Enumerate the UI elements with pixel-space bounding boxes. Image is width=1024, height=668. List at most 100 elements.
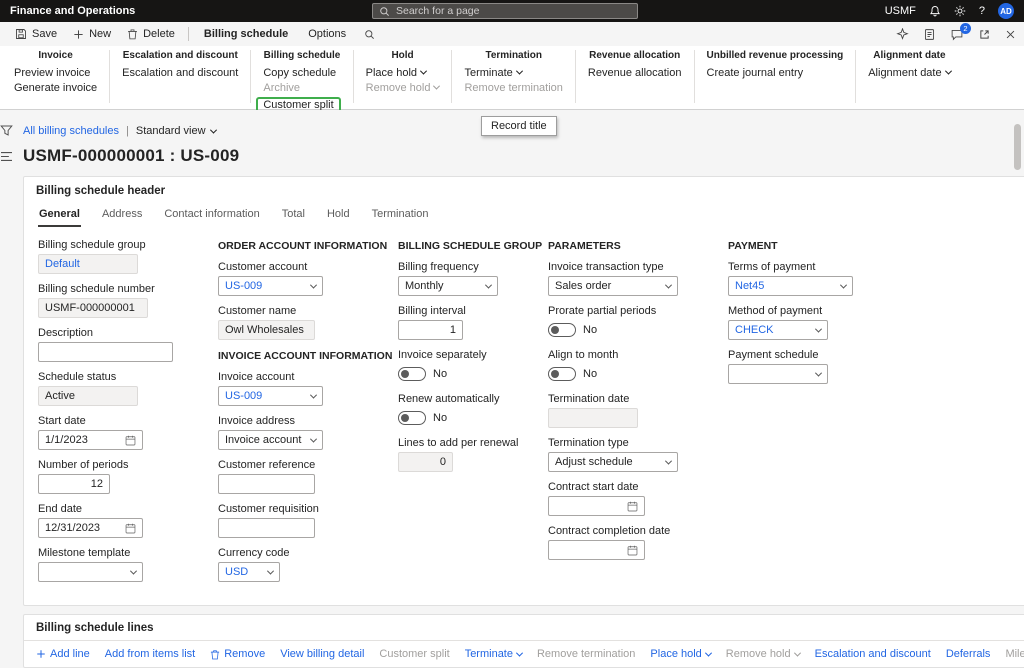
add-line-button[interactable]: Add line <box>36 648 90 660</box>
avatar[interactable]: AD <box>998 3 1014 19</box>
billing-frequency-select[interactable]: Monthly <box>398 276 498 296</box>
billing-schedule-number-input: USMF-000000001 <box>38 298 148 318</box>
chevron-down-icon <box>664 457 673 465</box>
calendar-icon[interactable] <box>627 501 638 512</box>
form-column-2: ORDER ACCOUNT INFORMATION Customer accou… <box>218 239 392 591</box>
new-button[interactable]: New <box>66 26 118 42</box>
add-from-items-list-button[interactable]: Add from items list <box>105 648 195 660</box>
field-billing-schedule-group: Billing schedule group Default <box>38 239 188 274</box>
breadcrumb-all-billing-schedules-link[interactable]: All billing schedules <box>23 125 119 137</box>
customer-requisition-input[interactable] <box>218 518 315 538</box>
calendar-icon[interactable] <box>627 545 638 556</box>
section-title: Billing schedule header <box>36 185 166 197</box>
notes-icon[interactable] <box>923 28 936 41</box>
customer-reference-input[interactable] <box>218 474 315 494</box>
revenue-allocation-button[interactable]: Revenue allocation <box>588 67 682 79</box>
tab-general[interactable]: General <box>38 205 81 227</box>
tab-billing-schedule[interactable]: Billing schedule <box>195 26 297 42</box>
delete-button[interactable]: Delete <box>120 26 182 42</box>
global-search-input[interactable]: Search for a page <box>372 3 638 19</box>
invoice-address-select[interactable]: Invoice account <box>218 430 323 450</box>
billing-interval-input[interactable]: 1 <box>398 320 463 340</box>
create-journal-entry-button[interactable]: Create journal entry <box>707 67 804 79</box>
billing-schedule-header-card: Billing schedule header Active General A… <box>23 176 1024 606</box>
order-account-information-header: ORDER ACCOUNT INFORMATION <box>218 240 388 252</box>
toggle-off-icon <box>548 323 576 337</box>
header-tab-strip: General Address Contact information Tota… <box>24 203 1024 227</box>
invoice-transaction-type-select[interactable]: Sales order <box>548 276 678 296</box>
number-of-periods-input[interactable]: 12 <box>38 474 110 494</box>
expand-pane-icon[interactable] <box>0 151 13 162</box>
alignment-date-button[interactable]: Alignment date <box>868 67 952 79</box>
field-end-date: End date 12/31/2023 <box>38 503 188 538</box>
invoice-separately-toggle[interactable]: No <box>398 364 518 384</box>
scrollbar-thumb[interactable] <box>1014 124 1021 170</box>
view-selector[interactable]: Standard view <box>136 125 217 137</box>
archive-button: Archive <box>263 81 301 94</box>
escalation-and-discount-button[interactable]: Escalation and discount <box>122 67 238 79</box>
termination-type-select[interactable]: Adjust schedule <box>548 452 678 472</box>
customer-account-input[interactable]: US-009 <box>218 276 323 296</box>
place-hold-button[interactable]: Place hold <box>366 67 428 79</box>
milestone-template-input[interactable] <box>38 562 143 582</box>
description-input[interactable] <box>38 342 173 362</box>
contract-start-date-input[interactable] <box>548 496 645 516</box>
field-description: Description <box>38 327 188 362</box>
line-remove-hold-button: Remove hold <box>726 648 801 660</box>
terminate-button[interactable]: Terminate <box>464 67 523 79</box>
align-to-month-toggle[interactable]: No <box>548 364 698 384</box>
generate-invoice-button[interactable]: Generate invoice <box>14 82 97 94</box>
guide-icon[interactable] <box>896 27 909 41</box>
ribbon-group-title: Alignment date <box>873 50 946 61</box>
line-escalation-and-discount-button[interactable]: Escalation and discount <box>815 648 931 660</box>
start-date-input[interactable]: 1/1/2023 <box>38 430 143 450</box>
termination-date-input <box>548 408 638 428</box>
line-place-hold-button[interactable]: Place hold <box>650 648 712 660</box>
help-icon[interactable]: ? <box>979 5 985 17</box>
chevron-down-icon <box>209 126 217 134</box>
field-termination-date: Termination date <box>548 393 698 428</box>
tab-options[interactable]: Options <box>299 26 355 42</box>
bell-icon[interactable] <box>929 5 941 17</box>
field-label: Description <box>38 327 94 339</box>
currency-code-input[interactable]: USD <box>218 562 280 582</box>
gear-icon[interactable] <box>954 5 966 17</box>
filter-icon[interactable] <box>0 124 13 137</box>
save-button[interactable]: Save <box>8 26 64 42</box>
contract-completion-date-input[interactable] <box>548 540 645 560</box>
method-of-payment-input[interactable]: CHECK <box>728 320 828 340</box>
terms-of-payment-input[interactable]: Net45 <box>728 276 853 296</box>
chevron-down-icon <box>814 369 823 377</box>
record-title-tooltip: Record title <box>481 116 557 136</box>
close-page-icon[interactable] <box>1005 29 1016 40</box>
line-terminate-button[interactable]: Terminate <box>465 648 524 660</box>
payment-schedule-input[interactable] <box>728 364 828 384</box>
invoice-account-input[interactable]: US-009 <box>218 386 323 406</box>
vertical-scrollbar[interactable] <box>1013 124 1022 554</box>
renew-automatically-toggle[interactable]: No <box>398 408 518 428</box>
preview-invoice-button[interactable]: Preview invoice <box>14 67 90 79</box>
prorate-partial-periods-toggle[interactable]: No <box>548 320 698 340</box>
tab-total[interactable]: Total <box>281 205 306 227</box>
ribbon-group-hold: Hold Place hold Remove hold <box>354 50 453 103</box>
tab-hold[interactable]: Hold <box>326 205 351 227</box>
view-billing-detail-button[interactable]: View billing detail <box>280 648 364 660</box>
tab-termination[interactable]: Termination <box>371 205 430 227</box>
line-customer-split-button: Customer split <box>379 648 450 660</box>
end-date-input[interactable]: 12/31/2023 <box>38 518 143 538</box>
field-customer-account: Customer account US-009 <box>218 261 368 296</box>
tab-address[interactable]: Address <box>101 205 143 227</box>
popout-icon[interactable] <box>978 28 991 41</box>
company-picker[interactable]: USMF <box>885 5 916 17</box>
billing-schedule-group-input[interactable]: Default <box>38 254 138 274</box>
field-label: Milestone template <box>38 547 131 559</box>
remove-line-button[interactable]: Remove <box>210 648 265 660</box>
copy-schedule-button[interactable]: Copy schedule <box>263 67 336 79</box>
calendar-icon[interactable] <box>125 435 136 446</box>
line-deferrals-button[interactable]: Deferrals <box>946 648 991 660</box>
ribbon-group-title: Hold <box>391 50 414 61</box>
calendar-icon[interactable] <box>125 523 136 534</box>
tab-contact-information[interactable]: Contact information <box>163 205 260 227</box>
messages-icon[interactable]: 2 <box>950 22 971 41</box>
ribbon-search-icon[interactable] <box>357 27 382 42</box>
